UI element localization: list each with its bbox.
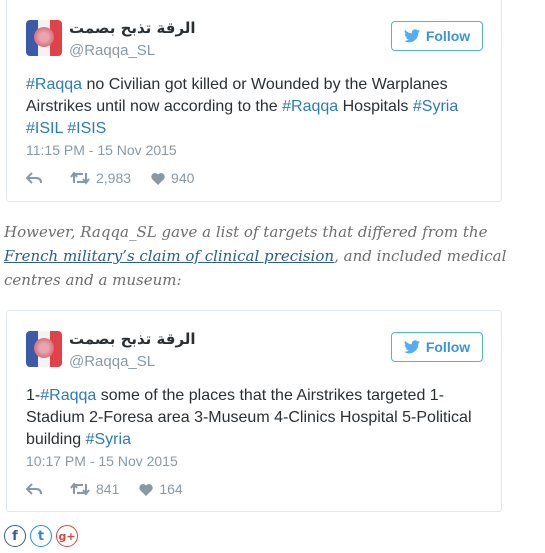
avatar[interactable] — [26, 331, 62, 367]
googleplus-share-icon[interactable]: g+ — [56, 525, 78, 547]
like-count: 940 — [171, 170, 195, 186]
retweet-action[interactable]: 2,983 — [70, 170, 131, 186]
avatar[interactable] — [26, 20, 62, 56]
retweet-count: 841 — [96, 481, 120, 497]
tweet-actions: 841 164 — [26, 481, 183, 497]
tweet-actions: 2,983 940 — [26, 170, 194, 186]
follow-button[interactable]: Follow — [391, 332, 483, 362]
retweet-count: 2,983 — [96, 170, 132, 186]
retweet-action[interactable]: 841 — [70, 481, 119, 497]
tweet-timestamp[interactable]: 11:15 PM - 15 Nov 2015 — [26, 142, 177, 158]
paragraph-text-before: However, Raqqa_SL gave a list of targets… — [4, 223, 488, 241]
embedded-tweet: الرقة تذبح بصمت @Raqqa_SL Follow 1-#Raqq… — [6, 310, 502, 512]
tweet-text-segment: 1- — [26, 387, 41, 404]
like-action[interactable]: 940 — [151, 170, 194, 186]
tweet-text: 1-#Raqqa some of the places that the Air… — [26, 385, 486, 451]
article-link[interactable]: French military’s claim of clinical prec… — [4, 247, 334, 265]
account-handle[interactable]: @Raqqa_SL — [69, 42, 155, 59]
hashtag-link[interactable]: #Raqqa — [26, 76, 82, 93]
twitter-bird-icon — [403, 340, 420, 354]
account-name[interactable]: الرقة تذبح بصمت — [69, 19, 196, 37]
hashtag-link[interactable]: #Syria — [86, 431, 131, 448]
share-buttons: f t g+ — [4, 525, 78, 547]
emblem-icon — [34, 338, 54, 358]
tweet-text: #Raqqa no Civilian got killed or Wounded… — [26, 74, 486, 140]
like-action[interactable]: 164 — [139, 481, 183, 497]
twitter-bird-icon — [403, 29, 420, 43]
hashtag-link[interactable]: #Raqqa — [282, 98, 338, 115]
retweet-icon — [70, 482, 90, 496]
follow-label: Follow — [425, 28, 471, 44]
account-handle[interactable]: @Raqqa_SL — [69, 353, 155, 370]
emblem-icon — [34, 27, 54, 47]
hashtag-link[interactable]: #ISIS — [67, 120, 106, 137]
article-paragraph: However, Raqqa_SL gave a list of targets… — [4, 220, 529, 292]
account-name[interactable]: الرقة تذبح بصمت — [69, 330, 196, 348]
tweet-timestamp[interactable]: 10:17 PM - 15 Nov 2015 — [26, 453, 178, 469]
embedded-tweet: الرقة تذبح بصمت @Raqqa_SL Follow #Raqqa … — [6, 0, 502, 202]
hashtag-link[interactable]: #ISIL — [26, 120, 63, 137]
hashtag-link[interactable]: #Syria — [413, 98, 458, 115]
hashtag-link[interactable]: #Raqqa — [40, 387, 96, 404]
like-count: 164 — [159, 481, 183, 497]
facebook-share-icon[interactable]: f — [4, 525, 26, 547]
reply-icon[interactable] — [26, 482, 42, 496]
follow-label: Follow — [425, 339, 471, 355]
follow-button[interactable]: Follow — [391, 21, 483, 51]
retweet-icon — [70, 171, 90, 185]
twitter-share-icon[interactable]: t — [30, 525, 52, 547]
tweet-text-segment: Hospitals — [338, 98, 413, 115]
reply-icon[interactable] — [26, 171, 42, 185]
heart-icon — [139, 483, 154, 496]
heart-icon — [151, 172, 165, 185]
